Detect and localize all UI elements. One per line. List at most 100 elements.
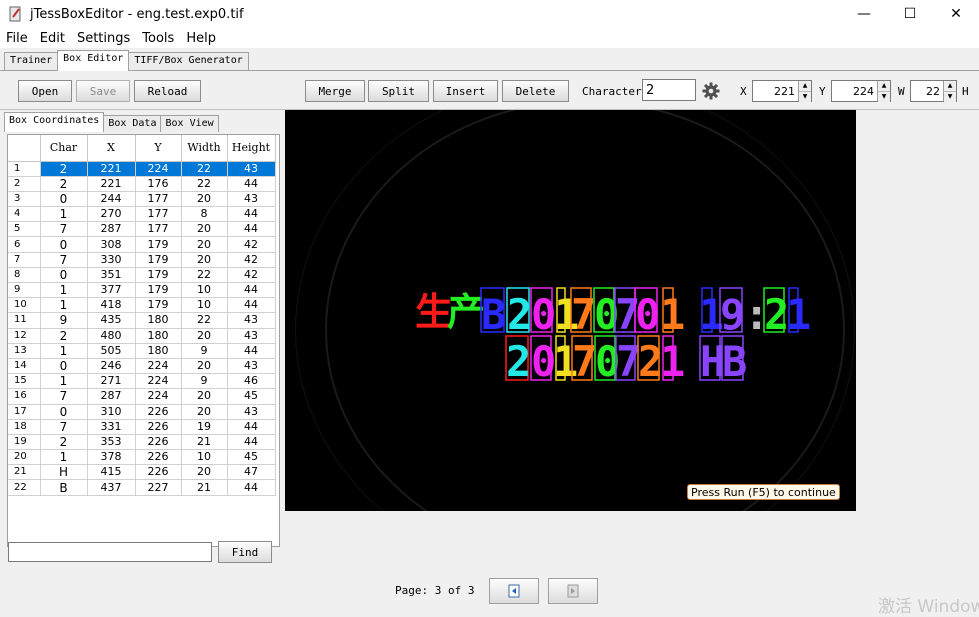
- table-cell[interactable]: 270: [87, 206, 136, 223]
- table-cell[interactable]: 226: [135, 419, 182, 435]
- table-cell[interactable]: 45: [227, 449, 276, 466]
- merge-button[interactable]: Merge: [305, 80, 365, 102]
- table-cell[interactable]: 7: [40, 419, 88, 435]
- table-row[interactable]: 15 1 271 224 9 46: [8, 373, 276, 390]
- table-row[interactable]: 11 9 435 180 22 43: [8, 312, 276, 329]
- table-cell[interactable]: 2: [40, 434, 88, 451]
- gear-icon[interactable]: [700, 80, 722, 102]
- table-cell[interactable]: 226: [135, 449, 182, 466]
- table-cell[interactable]: 21: [181, 479, 228, 496]
- maximize-button[interactable]: ☐: [887, 0, 933, 28]
- table-cell[interactable]: 227: [135, 479, 182, 496]
- column-header-char[interactable]: Char: [40, 135, 88, 162]
- table-cell[interactable]: 20: [181, 404, 228, 420]
- y-down-icon[interactable]: ▼: [878, 92, 890, 102]
- previous-page-button[interactable]: [489, 578, 539, 604]
- table-cell[interactable]: 20: [181, 252, 228, 268]
- table-row[interactable]: 21 H 415 226 20 47: [8, 464, 276, 481]
- column-header-x[interactable]: X: [87, 135, 136, 162]
- table-cell[interactable]: 246: [87, 358, 136, 375]
- menu-settings[interactable]: Settings: [71, 31, 136, 46]
- table-cell[interactable]: 179: [135, 267, 182, 284]
- table-cell[interactable]: 0: [40, 267, 88, 284]
- table-cell[interactable]: 20: [181, 191, 228, 208]
- table-cell[interactable]: 7: [40, 221, 88, 238]
- table-cell[interactable]: 43: [227, 328, 276, 344]
- table-row[interactable]: 20 1 378 226 10 45: [8, 449, 276, 466]
- tab-box-view[interactable]: Box View: [160, 115, 219, 132]
- table-cell[interactable]: 44: [227, 297, 276, 314]
- table-cell[interactable]: 42: [227, 267, 276, 284]
- table-cell[interactable]: 287: [87, 388, 136, 405]
- table-cell[interactable]: 22: [181, 312, 228, 329]
- table-cell[interactable]: 43: [227, 312, 276, 329]
- table-cell[interactable]: 44: [227, 419, 276, 435]
- table-cell[interactable]: 287: [87, 221, 136, 238]
- table-cell[interactable]: 179: [135, 236, 182, 253]
- table-cell[interactable]: 43: [227, 404, 276, 420]
- table-cell[interactable]: 378: [87, 449, 136, 466]
- table-row[interactable]: 19 2 353 226 21 44: [8, 434, 276, 451]
- menu-help[interactable]: Help: [180, 31, 222, 46]
- table-cell[interactable]: 20: [181, 236, 228, 253]
- table-cell[interactable]: B: [40, 479, 88, 496]
- table-cell[interactable]: 1: [40, 206, 88, 223]
- table-cell[interactable]: 10: [181, 297, 228, 314]
- reload-button[interactable]: Reload: [134, 80, 201, 102]
- table-cell[interactable]: 46: [227, 373, 276, 390]
- find-button[interactable]: Find: [218, 541, 272, 563]
- table-cell[interactable]: 42: [227, 236, 276, 253]
- table-cell[interactable]: 9: [40, 312, 88, 329]
- menu-tools[interactable]: Tools: [136, 31, 180, 46]
- table-cell[interactable]: 0: [40, 236, 88, 253]
- split-button[interactable]: Split: [368, 80, 429, 102]
- box-coordinates-table[interactable]: Char X Y Width Height 1 2 221 224 22 43 2 2 221 1…: [7, 134, 280, 547]
- table-cell[interactable]: 20: [181, 388, 228, 405]
- table-cell[interactable]: 44: [227, 206, 276, 223]
- table-cell[interactable]: 2: [40, 176, 88, 192]
- table-cell[interactable]: 45: [227, 388, 276, 405]
- table-cell[interactable]: 224: [135, 373, 182, 390]
- coordinates-table[interactable]: Char X Y Width Height 1 2 221 224 22 43 2 2 221 1…: [8, 135, 276, 496]
- table-cell[interactable]: 0: [40, 404, 88, 420]
- table-row[interactable]: 2 2 221 176 22 44: [8, 176, 276, 192]
- table-row[interactable]: 18 7 331 226 19 44: [8, 419, 276, 435]
- table-cell[interactable]: 480: [87, 328, 136, 344]
- table-cell[interactable]: 180: [135, 343, 182, 359]
- table-cell[interactable]: 22: [181, 267, 228, 284]
- table-cell[interactable]: 330: [87, 252, 136, 268]
- table-row[interactable]: 8 0 351 179 22 42: [8, 267, 276, 284]
- table-cell[interactable]: 177: [135, 206, 182, 223]
- table-cell[interactable]: 179: [135, 252, 182, 268]
- table-cell[interactable]: 20: [181, 464, 228, 481]
- table-cell[interactable]: 42: [227, 252, 276, 268]
- table-cell[interactable]: 21: [181, 434, 228, 451]
- menu-file[interactable]: File: [0, 31, 34, 46]
- column-header-y[interactable]: Y: [135, 135, 182, 162]
- table-cell[interactable]: H: [40, 464, 88, 481]
- table-row[interactable]: 14 0 246 224 20 43: [8, 358, 276, 375]
- tab-tiff-box-generator[interactable]: TIFF/Box Generator: [128, 52, 249, 70]
- menu-edit[interactable]: Edit: [34, 31, 71, 46]
- y-spinner[interactable]: 224 ▲ ▼: [831, 80, 891, 102]
- table-cell[interactable]: 505: [87, 343, 136, 359]
- table-row[interactable]: 1 2 221 224 22 43: [8, 161, 276, 177]
- table-cell[interactable]: 2: [40, 328, 88, 344]
- table-row[interactable]: 16 7 287 224 20 45: [8, 388, 276, 405]
- table-cell[interactable]: 0: [40, 358, 88, 375]
- table-cell[interactable]: 2: [40, 161, 88, 177]
- table-cell[interactable]: 180: [135, 328, 182, 344]
- delete-button[interactable]: Delete: [502, 80, 569, 102]
- table-cell[interactable]: 331: [87, 419, 136, 435]
- table-cell[interactable]: 10: [181, 449, 228, 466]
- table-cell[interactable]: 179: [135, 282, 182, 299]
- table-cell[interactable]: 415: [87, 464, 136, 481]
- table-cell[interactable]: 437: [87, 479, 136, 496]
- table-cell[interactable]: 44: [227, 282, 276, 299]
- table-cell[interactable]: 0: [40, 191, 88, 208]
- table-cell[interactable]: 20: [181, 221, 228, 238]
- table-cell[interactable]: 44: [227, 434, 276, 451]
- table-cell[interactable]: 22: [181, 161, 228, 177]
- table-cell[interactable]: 244: [87, 191, 136, 208]
- table-cell[interactable]: 310: [87, 404, 136, 420]
